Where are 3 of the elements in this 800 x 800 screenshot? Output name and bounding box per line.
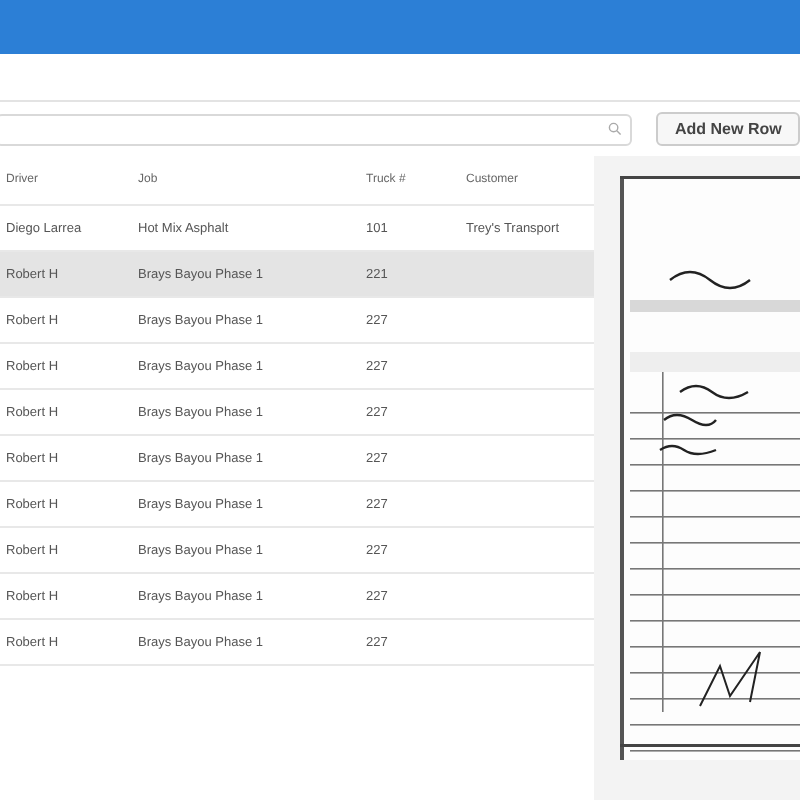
search-field[interactable] <box>0 113 633 145</box>
add-new-row-button[interactable]: Add New Row <box>656 112 800 146</box>
search-icon <box>608 122 623 136</box>
